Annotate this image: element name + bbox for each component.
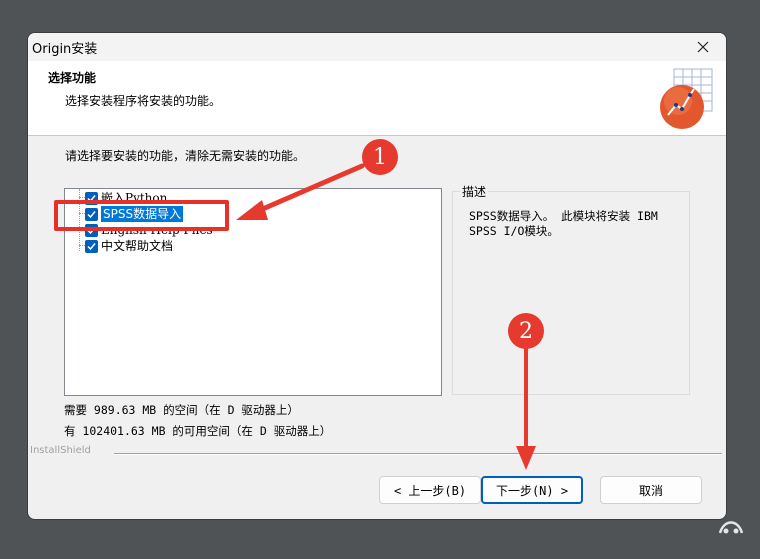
- close-button[interactable]: [680, 33, 726, 61]
- installer-window: Origin安装 选择功能 选择安装程序将安装的功能。 请选择要安装的功能，清除…: [28, 33, 726, 519]
- checkbox-checked-icon[interactable]: [85, 207, 98, 221]
- back-button[interactable]: < 上一步(B): [379, 476, 481, 504]
- divider: [114, 453, 722, 455]
- feature-prompt: 请选择要安装的功能，清除无需安装的功能。: [65, 149, 306, 163]
- wizard-header: 选择功能 选择安装程序将安装的功能。: [28, 61, 726, 136]
- tree-connector: [79, 189, 80, 251]
- checkbox-checked-icon[interactable]: [85, 239, 98, 253]
- tree-item-chinese-help[interactable]: 中文帮助文档: [85, 238, 173, 254]
- tree-item-label: SPSS数据导入: [101, 206, 184, 222]
- title-bar: Origin安装: [28, 33, 726, 61]
- checkbox-checked-icon[interactable]: [85, 223, 98, 237]
- description-caption: 描述: [460, 183, 489, 200]
- close-icon: [697, 41, 709, 53]
- origin-graph-icon: [660, 68, 713, 129]
- tree-item-label: 嵌入Python: [101, 191, 168, 205]
- tree-item-python[interactable]: 嵌入Python: [85, 190, 167, 206]
- next-button[interactable]: 下一步(N) >: [481, 476, 583, 504]
- tree-item-label: English Help Files: [101, 223, 213, 237]
- page-subtitle: 选择安装程序将安装的功能。: [65, 94, 222, 108]
- tree-item-label: 中文帮助文档: [101, 239, 174, 253]
- space-required: 需要 989.63 MB 的空间（在 D 驱动器上）: [64, 403, 299, 417]
- space-available: 有 102401.63 MB 的可用空间（在 D 驱动器上）: [64, 424, 332, 438]
- cancel-button[interactable]: 取消: [600, 476, 702, 504]
- tree-item-spss[interactable]: SPSS数据导入: [85, 206, 184, 222]
- feature-tree[interactable]: 嵌入Python SPSS数据导入 English Help Files 中文帮…: [64, 188, 442, 396]
- checkbox-checked-icon[interactable]: [85, 191, 98, 205]
- installshield-label: InstallShield: [30, 445, 91, 456]
- tree-item-english-help[interactable]: English Help Files: [85, 222, 213, 238]
- window-title: Origin安装: [32, 42, 98, 57]
- description-text: SPSS数据导入。 此模块将安装 IBM SPSS I/O模块。: [469, 209, 658, 238]
- page-title: 选择功能: [48, 71, 97, 85]
